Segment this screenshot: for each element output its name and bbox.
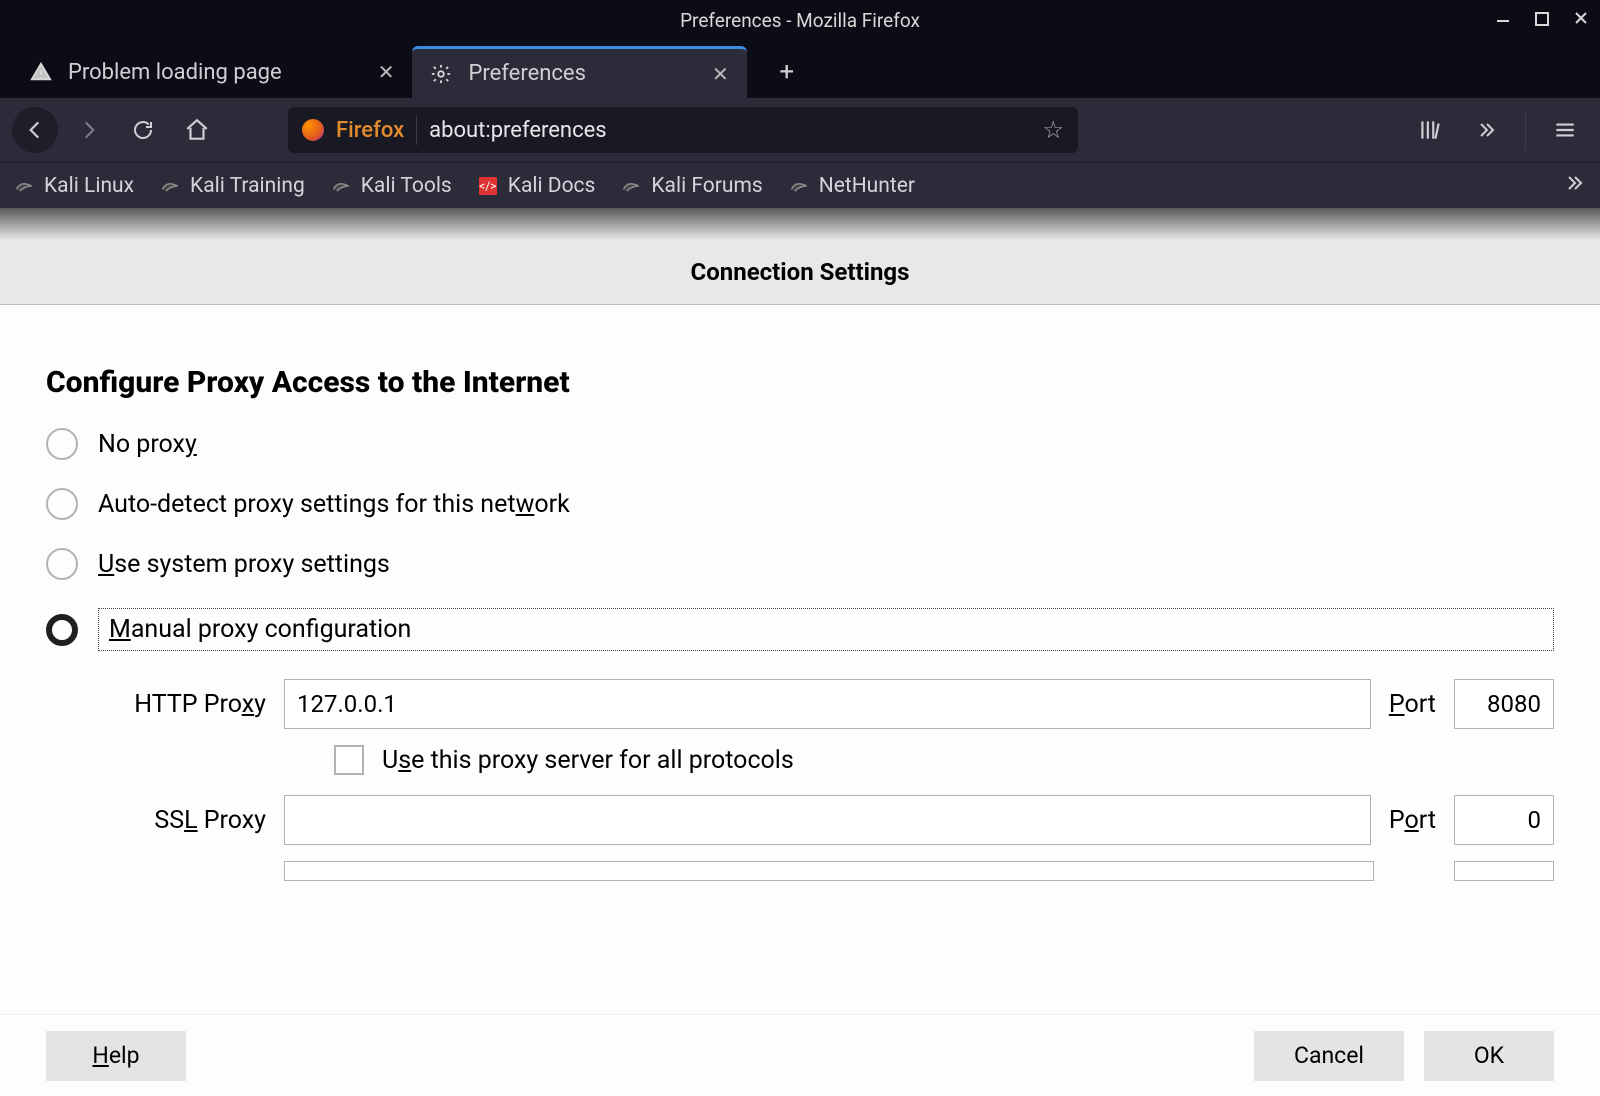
dialog-title: Connection Settings [0,240,1600,305]
ftp-port-input[interactable] [1454,861,1554,881]
bookmark-label: Kali Training [190,174,305,198]
bookmark-kali-training[interactable]: Kali Training [160,174,305,198]
dragon-icon [789,176,809,196]
hamburger-menu-button[interactable] [1542,107,1588,153]
warning-icon [30,61,52,83]
dialog-footer: Help Cancel OK [0,1014,1600,1096]
navbar: Firefox about:preferences ☆ [0,98,1600,162]
bookmark-kali-linux[interactable]: Kali Linux [14,174,134,198]
connection-settings-dialog: Connection Settings Configure Proxy Acce… [0,240,1600,1096]
use-all-protocols-row[interactable]: Use this proxy server for all protocols [334,745,1554,775]
home-button[interactable] [174,107,220,153]
tab-label: Preferences [468,61,585,86]
help-button[interactable]: Help [46,1031,186,1081]
radio-icon[interactable] [46,548,78,580]
bookmark-nethunter[interactable]: NetHunter [789,174,915,198]
bookmarks-bar: Kali Linux Kali Training Kali Tools </> … [0,162,1600,208]
radio-icon[interactable] [46,488,78,520]
http-proxy-label: HTTP Proxy [106,690,266,719]
reload-button[interactable] [120,107,166,153]
tab-label: Problem loading page [68,60,282,85]
tab-close-icon[interactable]: ✕ [378,60,395,84]
bookmark-label: Kali Docs [508,174,596,198]
checkbox[interactable] [334,745,364,775]
content-shadow [0,208,1600,240]
radio-label: Use system proxy settings [98,550,390,579]
bookmark-star-icon[interactable]: ☆ [1042,116,1064,144]
close-icon[interactable] [1572,8,1590,32]
bookmarks-overflow-button[interactable] [1562,171,1586,201]
radio-label: No proxy [98,430,197,459]
library-button[interactable] [1407,107,1453,153]
firefox-logo-icon [302,119,324,141]
dragon-icon [14,176,34,196]
checkbox-label: Use this proxy server for all protocols [382,746,794,775]
ssl-proxy-label: SSL Proxy [106,806,266,835]
new-tab-button[interactable]: + [767,46,807,98]
radio-auto-detect[interactable]: Auto-detect proxy settings for this netw… [46,488,1554,520]
gear-icon [430,63,452,85]
dragon-icon [331,176,351,196]
radio-system-proxy[interactable]: Use system proxy settings [46,548,1554,580]
back-button[interactable] [12,107,58,153]
titlebar: Preferences - Mozilla Firefox [0,0,1600,40]
ssl-proxy-input[interactable] [284,795,1371,845]
url-text: about:preferences [429,118,606,143]
radio-manual-proxy[interactable]: Manual proxy configuration [46,608,1554,651]
radio-icon[interactable] [46,428,78,460]
overflow-button[interactable] [1463,107,1509,153]
bookmark-kali-docs[interactable]: </> Kali Docs [478,174,596,198]
tabbar: Problem loading page ✕ Preferences ✕ + [0,40,1600,98]
http-port-input[interactable] [1454,679,1554,729]
bookmark-label: Kali Forums [651,174,762,198]
bookmark-label: Kali Tools [361,174,452,198]
ssl-port-label: Port [1389,806,1436,835]
ssl-port-input[interactable] [1454,795,1554,845]
window-title: Preferences - Mozilla Firefox [680,9,920,32]
radio-icon[interactable] [46,614,78,646]
minimize-icon[interactable] [1494,8,1512,32]
forward-button[interactable] [66,107,112,153]
bookmark-kali-forums[interactable]: Kali Forums [621,174,762,198]
addressbar[interactable]: Firefox about:preferences ☆ [288,107,1078,153]
radio-label: Manual proxy configuration [98,608,1554,651]
tab-close-icon[interactable]: ✕ [712,62,729,86]
identity-label: Firefox [336,118,404,143]
ftp-proxy-input[interactable] [284,861,1374,881]
radio-no-proxy[interactable]: No proxy [46,428,1554,460]
maximize-icon[interactable] [1534,8,1550,32]
dialog-body: Configure Proxy Access to the Internet N… [0,305,1600,1015]
divider [416,115,417,145]
ok-button[interactable]: OK [1424,1031,1554,1081]
radio-label: Auto-detect proxy settings for this netw… [98,490,570,519]
proxy-fields: HTTP Proxy Port Use this proxy server fo… [106,679,1554,881]
docs-icon: </> [478,176,498,196]
dragon-icon [621,176,641,196]
bookmark-label: Kali Linux [44,174,134,198]
divider [1525,110,1526,150]
cancel-button[interactable]: Cancel [1254,1031,1404,1081]
dragon-icon [160,176,180,196]
http-proxy-input[interactable] [284,679,1371,729]
http-port-label: Port [1389,690,1436,719]
window-controls [1494,8,1590,32]
bookmark-label: NetHunter [819,174,915,198]
bookmark-kali-tools[interactable]: Kali Tools [331,174,452,198]
section-title: Configure Proxy Access to the Internet [46,365,1554,400]
tab-preferences[interactable]: Preferences ✕ [412,46,746,98]
tab-problem-loading[interactable]: Problem loading page ✕ [12,46,412,98]
